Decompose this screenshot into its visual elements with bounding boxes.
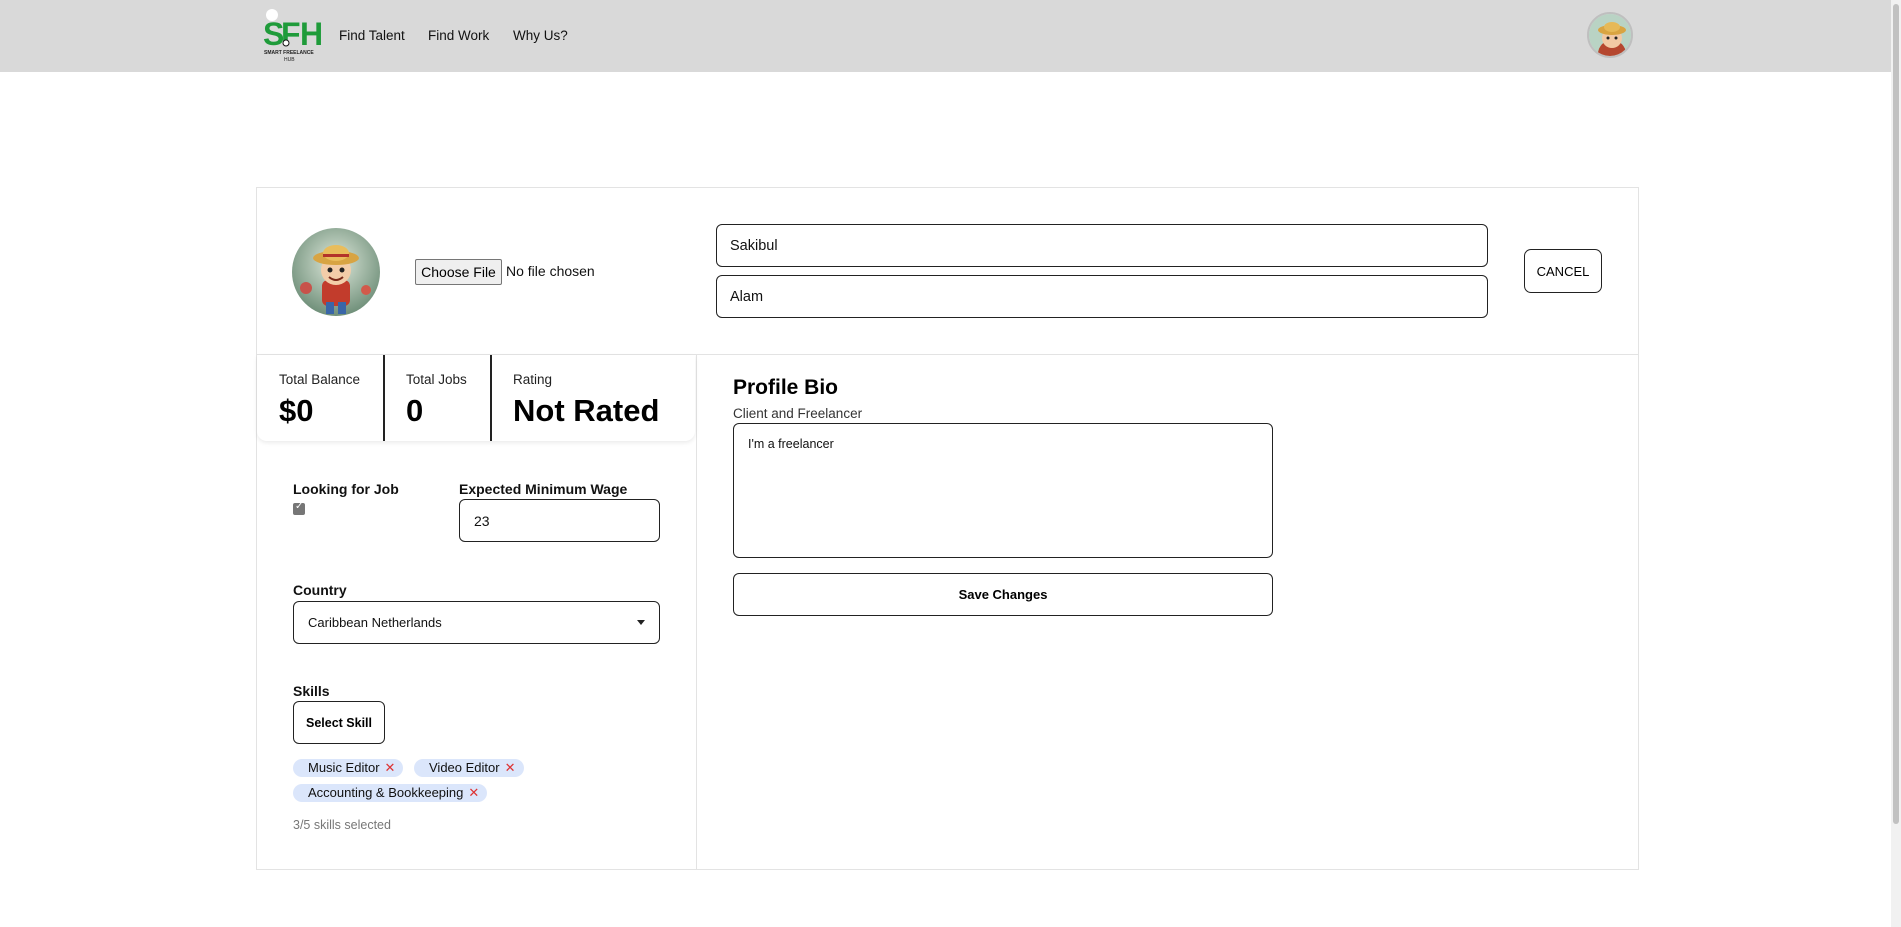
save-changes-button[interactable]: Save Changes (733, 573, 1273, 616)
profile-bio-subtitle: Client and Freelancer (733, 406, 863, 421)
looking-for-job-label: Looking for Job (293, 481, 399, 497)
cancel-button[interactable]: CANCEL (1524, 249, 1602, 293)
profile-bio-title: Profile Bio (733, 376, 839, 399)
skill-chip: Music Editor ✕ (293, 759, 404, 777)
choose-file-button[interactable]: Choose File (415, 259, 502, 285)
skill-chip: Video Editor ✕ (414, 759, 524, 777)
chevron-down-icon (637, 620, 645, 625)
svg-text:SMART FREELANCE: SMART FREELANCE (264, 50, 314, 56)
stat-label: Total Balance (279, 372, 361, 387)
skill-chip: Accounting & Bookkeeping ✕ (293, 784, 488, 802)
skills-count-text: 3/5 skills selected (293, 818, 391, 832)
bio-textarea[interactable]: I'm a freelancer (733, 423, 1273, 558)
last-name-input[interactable] (716, 275, 1488, 318)
svg-text:F: F (281, 16, 301, 52)
profile-avatar (292, 228, 380, 316)
country-select[interactable]: Caribbean Netherlands (293, 601, 660, 644)
remove-skill-icon[interactable]: ✕ (505, 760, 516, 775)
column-divider (696, 355, 697, 870)
stat-value: 0 (406, 393, 424, 428)
first-name-input[interactable] (716, 224, 1488, 267)
min-wage-label: Expected Minimum Wage (459, 481, 628, 497)
stat-label: Rating (513, 372, 553, 387)
user-avatar[interactable] (1587, 12, 1633, 58)
skill-chip-label: Accounting & Bookkeeping (308, 785, 464, 800)
nav-why-us[interactable]: Why Us? (513, 28, 568, 43)
remove-skill-icon[interactable]: ✕ (385, 760, 396, 775)
stat-value: Not Rated (513, 393, 660, 428)
looking-for-job-checkbox[interactable] (293, 501, 305, 515)
min-wage-input[interactable] (459, 499, 660, 542)
svg-text:H: H (300, 16, 322, 52)
stat-label: Total Jobs (406, 372, 467, 387)
skills-label: Skills (293, 683, 330, 699)
stat-divider (490, 355, 492, 441)
scrollbar-thumb[interactable] (1893, 4, 1899, 824)
select-skill-button[interactable]: Select Skill (293, 701, 385, 744)
skill-chip-label: Music Editor (308, 760, 380, 775)
stat-value: $0 (279, 393, 314, 428)
page-scrollbar[interactable] (1891, 0, 1901, 927)
country-label: Country (293, 582, 347, 598)
country-selected-value: Caribbean Netherlands (308, 615, 442, 630)
stat-divider (383, 355, 385, 441)
sfh-logo[interactable]: S F H SMART FREELANCE HUB (262, 7, 322, 63)
nav-find-talent[interactable]: Find Talent (339, 28, 405, 43)
top-navbar: S F H SMART FREELANCE HUB Find Talent Fi… (0, 0, 1901, 72)
remove-skill-icon[interactable]: ✕ (468, 785, 479, 800)
svg-text:HUB: HUB (284, 57, 295, 63)
nav-find-work[interactable]: Find Work (428, 28, 489, 43)
skill-chip-label: Video Editor (429, 760, 500, 775)
file-status-text: No file chosen (506, 263, 595, 279)
stats-bar: Total Balance $0 Total Jobs 0 Rating Not… (257, 355, 695, 441)
